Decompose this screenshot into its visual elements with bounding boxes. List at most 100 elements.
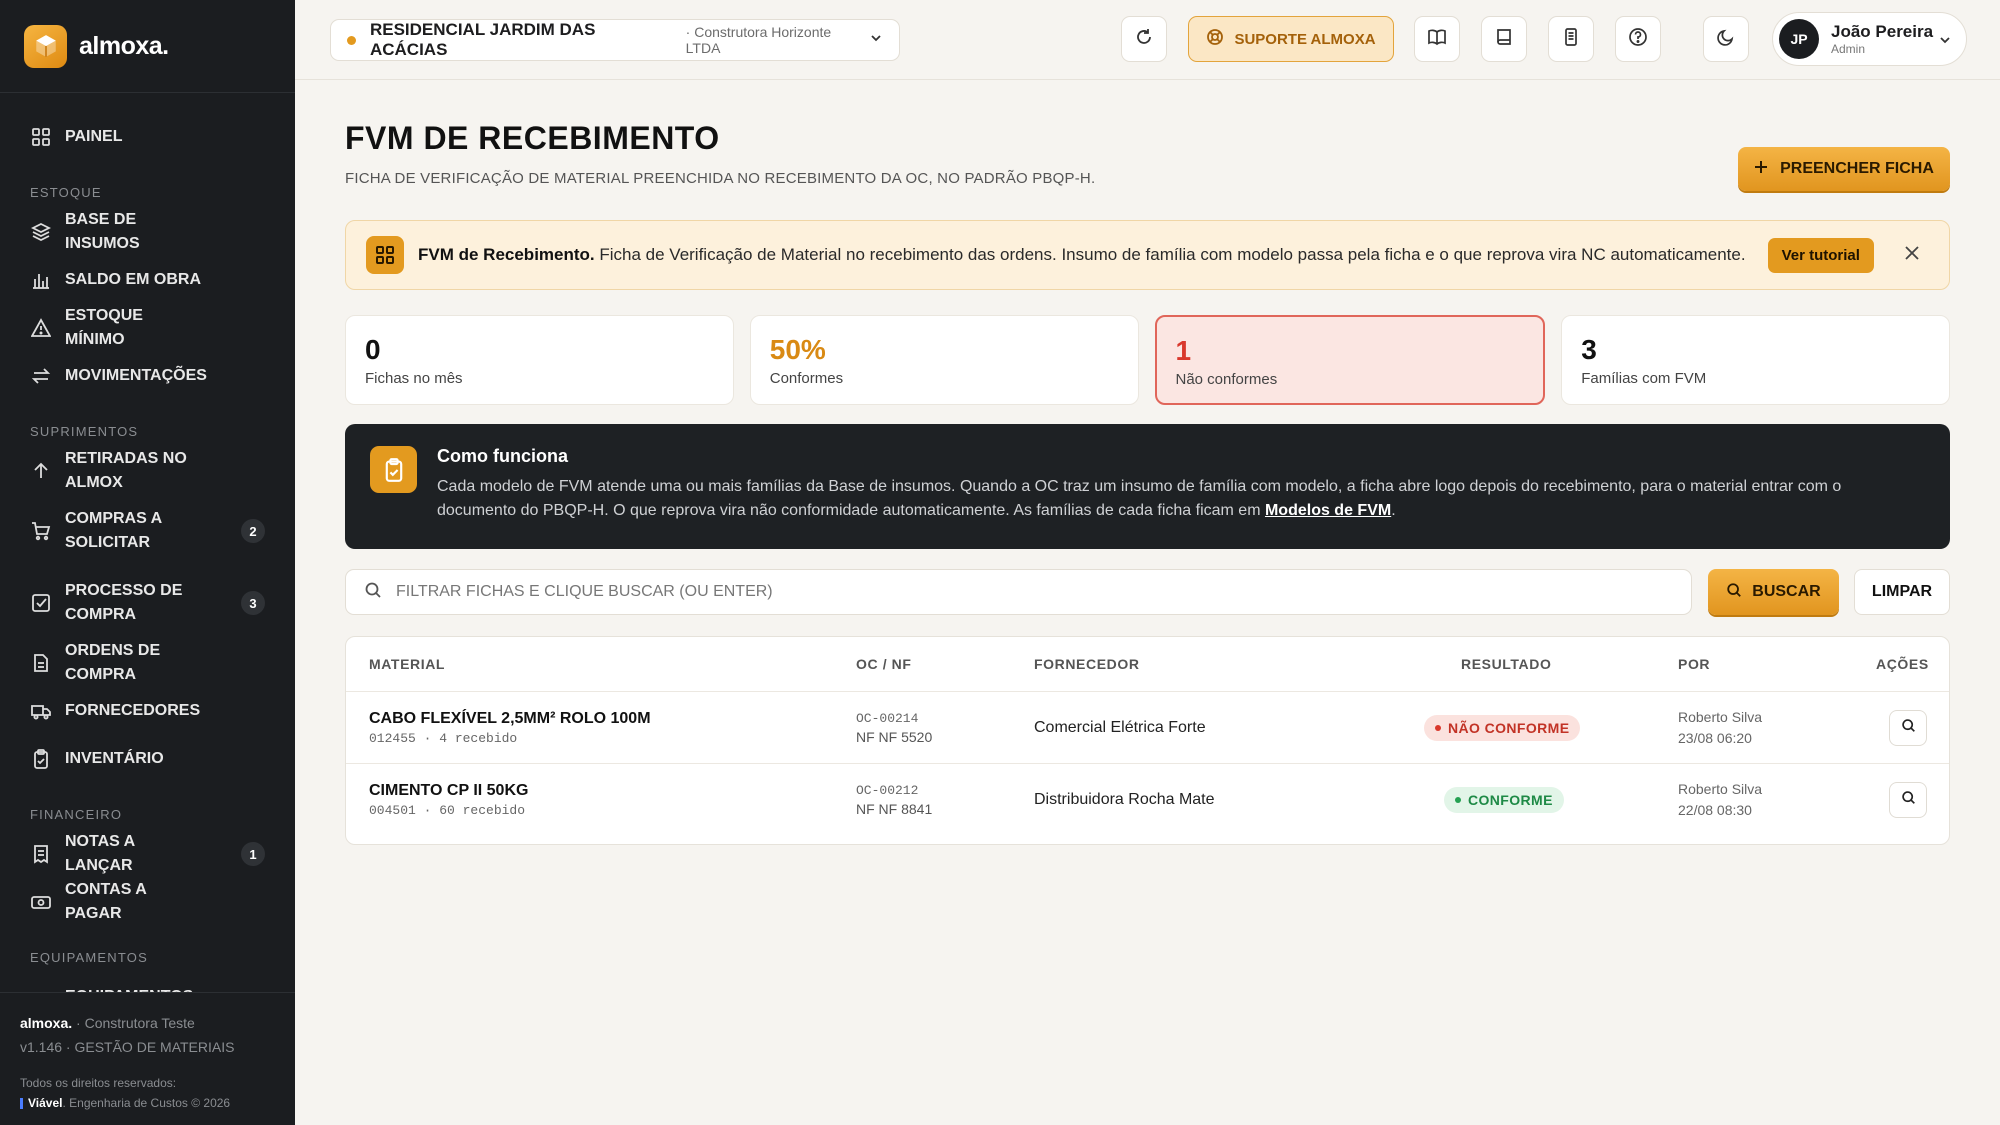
sidebar-item-inventario[interactable]: INVENTÁRIO [0,735,295,783]
brand-name: almoxa. [79,31,169,60]
sidebar-item-fornecedores[interactable]: FORNECEDORES [0,687,295,735]
refresh-icon [1134,27,1154,52]
stat-label: Fichas no mês [365,370,463,387]
sidebar-item-estoque-minimo[interactable]: ESTOQUE MÍNIMO [0,304,295,352]
project-selector[interactable]: RESIDENCIAL JARDIM DAS ACÁCIAS · Constru… [330,19,900,61]
support-label: SUPORTE ALMOXA [1234,30,1376,48]
sidebar-item-movimentacoes[interactable]: MOVIMENTAÇÕES [0,352,295,400]
stat-value: 50% [769,334,826,365]
sidebar-item-processo-compra[interactable]: PROCESSO DE COMPRA 3 [0,567,295,639]
section-suprimentos: SUPRIMENTOS [30,424,139,439]
author-name: Roberto Silva [1678,708,1763,725]
sidebar-item-label: ESTOQUE MÍNIMO [65,307,143,348]
truck-icon [30,700,52,722]
user-name: João Pereira [1831,22,1934,41]
material-meta: 004501 · 60 recebido [369,803,526,818]
search-button[interactable]: BUSCAR [1708,569,1839,615]
sidebar-item-notas-lancar[interactable]: NOTAS A LANÇAR 1 [0,830,295,878]
sidebar-item-label: FORNECEDORES [65,702,201,719]
sidebar-item-compras-solicitar[interactable]: COMPRAS A SOLICITAR 2 [0,495,295,567]
nf-number: NF NF 8841 [856,801,933,817]
sidebar-item-label: ORDENS DE COMPRA [65,642,161,683]
search-icon [1726,582,1752,603]
sidebar-item-contas-pagar[interactable]: CONTAS A PAGAR [0,878,295,926]
col-acoes: AÇÕES [1876,656,1929,672]
page-title: FVM DE RECEBIMENTO [345,120,720,156]
stat-value: 3 [1581,334,1597,365]
footer-brand-line: almoxa. · Construtora Teste [20,1015,195,1031]
book-button[interactable] [1481,16,1527,62]
search-input[interactable] [396,583,1656,601]
oc-number: OC-00214 [856,710,919,726]
sidebar-item-label: SALDO EM OBRA [65,271,201,288]
tutorial-button[interactable]: Ver tutorial [1767,237,1874,273]
refresh-button[interactable] [1121,16,1167,62]
help-circle-icon [1628,27,1648,52]
view-button[interactable] [1889,782,1927,818]
swap-arrows-icon [30,365,52,387]
status-dot [347,35,356,45]
sidebar-item-label: RETIRADAS NO ALMOX [65,450,187,491]
stats-row: 0 Fichas no mês 50% Conformes 1 Não conf… [345,315,1950,405]
stat-value: 1 [1175,335,1192,366]
stat-label: Conformes [769,370,844,387]
modelos-fvm-link[interactable]: Modelos de FVM [1265,502,1391,519]
oc-number: OC-00212 [856,783,919,798]
col-fornecedor[interactable]: FORNECEDOR [1034,656,1140,672]
book-open-button[interactable] [1414,16,1460,62]
material-name: CIMENTO CP II 50KG [369,782,529,799]
close-icon[interactable] [1904,245,1920,266]
sidebar-item-ordens-compra[interactable]: ORDENS DE COMPRA [0,639,295,687]
table-row[interactable]: CABO FLEXÍVEL 2,5MM² ROLO 100M 012455 · … [346,692,1949,764]
info-banner: FVM de Recebimento. Ficha de Verificação… [345,220,1950,290]
how-title: Como funciona [437,446,568,466]
material-name: CABO FLEXÍVEL 2,5MM² ROLO 100M [369,709,651,727]
sidebar-item-saldo-obra[interactable]: SALDO EM OBRA [0,256,295,304]
fill-form-button[interactable]: PREENCHER FICHA [1738,147,1950,191]
notes-button[interactable] [1548,16,1594,62]
receipt-icon [30,843,52,865]
checkbox-icon [30,592,52,614]
count-badge: 2 [241,519,265,543]
project-company: · Construtora Horizonte LTDA [685,24,832,56]
banknote-icon [30,891,52,913]
project-name: RESIDENCIAL JARDIM DAS ACÁCIAS [369,20,596,59]
search-bar [345,569,1692,615]
table-header: MATERIAL OC / NF FORNECEDOR RESULTADO PO… [346,637,1949,692]
col-oc-nf[interactable]: OC / NF [856,656,912,672]
section-equipamentos: EQUIPAMENTOS [30,950,148,965]
brand[interactable]: almoxa. [0,0,295,93]
how-text: Cada modelo de FVM atende uma ou mais fa… [437,478,1842,519]
plus-icon [1754,160,1780,179]
table-row[interactable]: CIMENTO CP II 50KG 004501 · 60 recebido … [346,764,1949,836]
help-button[interactable] [1615,16,1661,62]
clipboard-check-icon [370,446,417,493]
stat-card-familias: 3 Famílias com FVM [1561,315,1950,405]
col-resultado[interactable]: RESULTADO [1461,656,1551,672]
user-menu[interactable]: JP João Pereira Admin [1772,12,1967,66]
stat-label: Não conformes [1175,371,1278,388]
dark-mode-button[interactable] [1703,16,1749,62]
sidebar-item-label: COMPRAS A SOLICITAR [65,510,162,551]
stat-card-fichas: 0 Fichas no mês [345,315,734,405]
supplier: Distribuidora Rocha Mate [1034,791,1215,808]
col-por[interactable]: POR [1678,656,1710,672]
search-icon [1901,790,1916,810]
sidebar-item-retiradas[interactable]: RETIRADAS NO ALMOX [0,447,295,495]
layers-icon [30,221,52,243]
status-badge: CONFORME [1444,787,1564,813]
stat-card-nao-conformes[interactable]: 1 Não conformes [1154,315,1546,405]
clear-button[interactable]: LIMPAR [1854,569,1950,615]
count-badge: 3 [241,591,265,615]
sidebar-item-painel[interactable]: PAINEL [0,113,295,161]
lifebuoy-icon [1206,28,1234,50]
view-button[interactable] [1889,709,1927,746]
fvm-table: MATERIAL OC / NF FORNECEDOR RESULTADO PO… [345,636,1950,845]
grid-icon [366,236,404,274]
sidebar-item-equipamentos[interactable]: EQUIPAMENTOS [0,973,295,993]
support-button[interactable]: SUPORTE ALMOXA [1188,16,1394,62]
supplier: Comercial Elétrica Forte [1034,718,1206,736]
material-meta: 012455 · 4 recebido [369,730,518,746]
col-material[interactable]: MATERIAL [369,656,445,672]
sidebar-item-base-insumos[interactable]: BASE DE INSUMOS [0,208,295,256]
